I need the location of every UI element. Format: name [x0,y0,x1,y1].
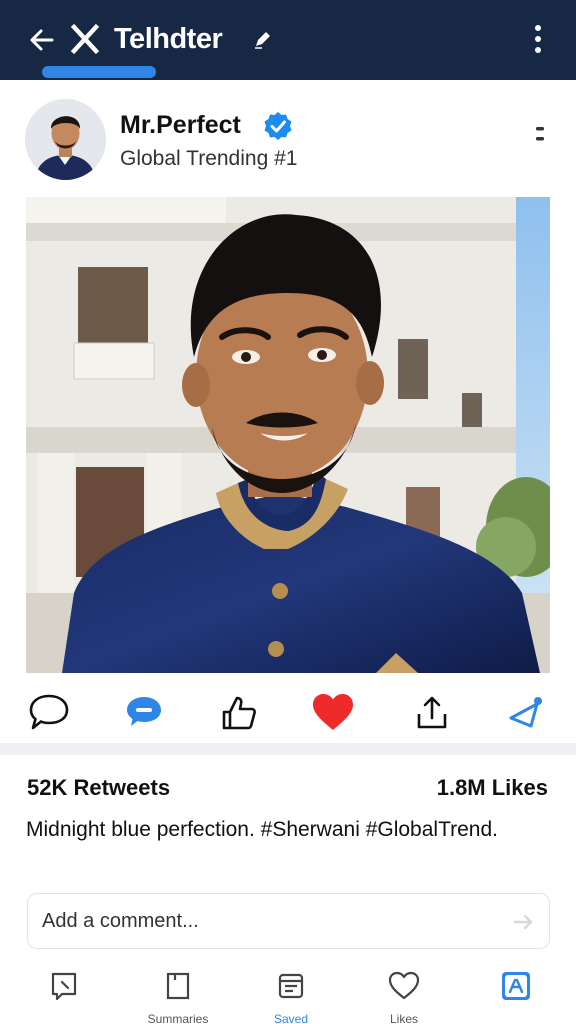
pencil-icon[interactable] [252,28,272,50]
section-divider [0,743,576,755]
send-button[interactable] [504,689,550,735]
share-icon [417,696,447,729]
kebab-menu-icon[interactable] [528,22,548,56]
post-stats: 52K Retweets 1.8M Likes [0,768,576,808]
comment-icon [29,694,69,730]
more-options-icon[interactable] [530,120,550,150]
nav-saved-label: Saved [273,1012,309,1024]
post-caption: Midnight blue perfection. #Sherwani #Glo… [26,818,498,841]
app-title: Telhdter [114,23,223,55]
nav-summaries[interactable]: Summaries [128,968,228,1024]
avatar[interactable] [25,99,106,180]
nav-likes[interactable]: Likes [354,968,454,1024]
post-photo[interactable] [26,197,550,673]
nav-profile[interactable] [466,968,566,1024]
verified-badge-icon [264,112,292,140]
post-subtitle: Global Trending #1 [120,147,298,170]
thumbs-up-button[interactable] [215,689,261,735]
nav-summaries-label: Summaries [147,1012,209,1024]
chat-button[interactable] [121,689,167,735]
retweet-count[interactable]: 52K Retweets [27,774,170,802]
feed-icon [278,973,304,999]
chat-bubble-icon [127,697,161,726]
thumbs-up-icon [222,696,256,730]
like-button[interactable] [310,689,356,735]
share-button[interactable] [409,689,455,735]
post-actions [0,683,576,743]
comment-button[interactable] [26,689,72,735]
author-name[interactable]: Mr.Perfect [120,110,241,140]
comment-input[interactable] [42,894,482,948]
heart-outline-icon [388,971,420,1000]
bookmark-icon [166,972,190,1000]
nav-likes-label: Likes [389,1012,418,1024]
nav-home[interactable] [14,968,114,1024]
nav-saved[interactable]: Saved [241,968,341,1024]
send-icon [509,697,542,728]
heart-icon [313,694,353,730]
send-comment-icon[interactable] [513,912,535,932]
comment-box [27,893,550,949]
post-header: Mr.Perfect Global Trending #1 [0,80,576,196]
home-icon [51,972,77,1001]
x-logo-icon[interactable] [70,22,100,56]
top-app-bar: Telhdter [0,0,576,80]
profile-icon [502,972,530,1000]
like-count[interactable]: 1.8M Likes [437,774,548,802]
back-arrow-icon[interactable] [28,24,56,56]
bottom-navigation: Summaries Saved Likes [0,960,576,1024]
active-tab-indicator [42,66,156,78]
